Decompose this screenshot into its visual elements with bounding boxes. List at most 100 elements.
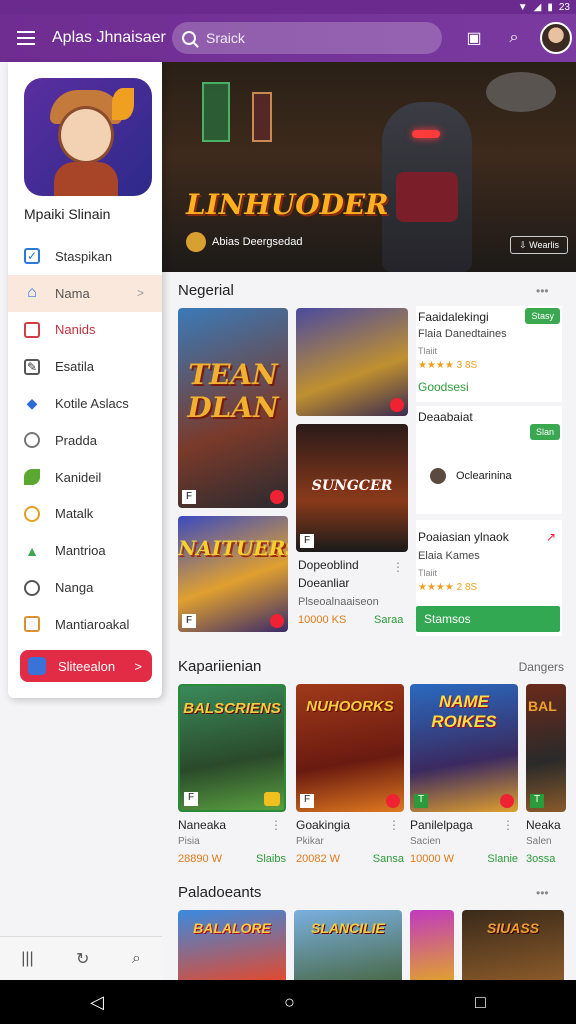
diamond-icon: ◆: [26, 395, 38, 412]
game-art[interactable]: BALALORE: [178, 910, 286, 980]
drawer-item[interactable]: ◆ Kotile Aslacs: [8, 385, 162, 422]
search-bar[interactable]: Sraick: [172, 22, 442, 54]
user-row: Oclearinina: [430, 468, 512, 484]
list-card-title: Faaidalekingi: [418, 310, 489, 324]
game-art-text: BALALORE: [193, 920, 271, 936]
back-icon[interactable]: ◁: [90, 992, 104, 1013]
profile-name: Mpaiki Slinain: [24, 206, 111, 222]
list-card-sub: Flaia Danedtaines: [418, 328, 507, 340]
tag-icon[interactable]: ↗: [546, 530, 556, 544]
badge-icon: [264, 792, 280, 806]
card-art-text: TEAN DLAN: [187, 358, 279, 424]
rating-icon: F: [184, 792, 198, 806]
more-icon[interactable]: ⋮: [270, 818, 282, 832]
more-icon[interactable]: •••: [536, 886, 549, 900]
badge-icon: [270, 490, 284, 504]
game-art[interactable]: SLANCILIE: [294, 910, 402, 980]
drawer-item[interactable]: ✓ Staspikan: [8, 238, 162, 275]
search-placeholder: Sraick: [206, 30, 245, 46]
drawer-item[interactable]: Nanga: [8, 569, 162, 606]
circle-icon: [24, 505, 40, 522]
drawer-item[interactable]: ✎ Esatila: [8, 348, 162, 385]
drawer-item[interactable]: Pradda: [8, 422, 162, 459]
game-sub: Sacien: [410, 836, 441, 847]
price-alt: Sansa: [372, 853, 404, 865]
more-icon[interactable]: ⋮: [392, 560, 404, 574]
game-tile[interactable]: BAL T Neaka Salen 3ossa: [526, 684, 576, 865]
game-card-art[interactable]: TEAN DLAN F: [178, 308, 288, 508]
library-icon[interactable]: ▣: [454, 14, 494, 62]
overview-icon[interactable]: □: [475, 992, 486, 1013]
more-icon[interactable]: ⋮: [388, 818, 400, 832]
more-icon[interactable]: ⋮: [502, 818, 514, 832]
section-link[interactable]: Dangers: [519, 660, 564, 674]
search-icon[interactable]: ⌕: [132, 950, 141, 968]
neon-sign: [252, 92, 272, 142]
app-icon: [28, 657, 46, 675]
list-card[interactable]: Poaiasian ylnaok Elaia Kames Tlaiit ★★★★…: [416, 520, 562, 636]
drawer-item[interactable]: Matalk: [8, 496, 162, 533]
checkbox-icon: ✓: [24, 248, 40, 265]
home-icon: ⌂: [27, 284, 37, 302]
game-tile[interactable]: BALSCRIENS F Naneaka Pisia 28890 W Slaibs…: [178, 684, 286, 865]
rating-icon: F: [182, 614, 196, 628]
list-card-title: Deaabaiat: [418, 410, 473, 424]
game-art: NUHOORKS F: [296, 684, 404, 812]
drawer-action-button[interactable]: Sliteealon >: [20, 650, 152, 682]
install-button[interactable]: Stamsos: [416, 606, 560, 632]
target-icon: [24, 432, 40, 449]
game-art-text: BAL: [528, 698, 557, 714]
game-card-art[interactable]: NAITUERS F: [178, 516, 288, 632]
drawer-item-active[interactable]: ⌂ Nama >: [8, 274, 162, 312]
list-card[interactable]: Faaidalekingi Flaia Danedtaines Tlaiit ★…: [416, 306, 562, 402]
drawer-item[interactable]: Kanideil: [8, 459, 162, 496]
hero-banner[interactable]: LINHUODER Abias Deergsedad ⇩ Wearlis: [162, 62, 576, 272]
neon-sign: [202, 82, 230, 142]
home-circle-icon[interactable]: ○: [284, 992, 295, 1013]
refresh-icon[interactable]: ↻: [76, 949, 89, 969]
nav-drawer: Mpaiki Slinain ✓ Staspikan ⌂ Nama > Nanids …: [8, 62, 162, 698]
app-bar: Aplas Jhnaisaer Sraick ▣ ⌕: [0, 14, 576, 62]
signal-icon: ◢: [533, 1, 542, 13]
more-icon[interactable]: •••: [536, 284, 549, 298]
badge-icon: [270, 614, 284, 628]
price-alt: Slanie: [487, 853, 518, 865]
spaceship-art: [486, 72, 556, 112]
search-icon: [182, 31, 196, 45]
game-card-art[interactable]: [296, 308, 408, 416]
rating-icon: T: [530, 794, 544, 808]
game-tile[interactable]: NUHOORKS F Goakingia Pkikar 20082 W Sansa…: [296, 684, 404, 865]
status-bar: ▼ ◢ ▮ 23: [0, 0, 576, 14]
drawer-item[interactable]: ▲ Mantrioa: [8, 532, 162, 569]
rating-stars: ★★★★ 3 8S: [418, 360, 478, 371]
drawer-bottom-nav: ||| ↻ ⌕: [0, 936, 162, 980]
section-title: Negerial: [178, 282, 234, 299]
list-card[interactable]: Deaabaiat Slan Oclearinina: [416, 406, 562, 514]
search-icon-button[interactable]: ⌕: [494, 14, 534, 62]
drawer-item[interactable]: Nanids: [8, 312, 162, 349]
avatar[interactable]: [540, 22, 572, 54]
game-art: BAL T: [526, 684, 566, 812]
system-nav-bar: ◁ ○ □: [0, 980, 576, 1024]
game-art[interactable]: SIUASS: [462, 910, 564, 980]
drawer-menu: ✓ Staspikan ⌂ Nama > Nanids ✎ Esatila ◆ Kotil…: [8, 238, 162, 643]
chevron-right-icon: >: [134, 658, 142, 674]
game-art: BALSCRIENS F: [178, 684, 286, 812]
game-card-art[interactable]: SUNGCER F: [296, 424, 408, 552]
price: 10000 KS: [298, 614, 347, 626]
install-pill[interactable]: Slan: [529, 424, 560, 440]
game-tile[interactable]: NAME ROIKES T Panilelpaga Sacien 10000 W…: [410, 684, 518, 865]
hero-button[interactable]: ⇩ Wearlis: [510, 236, 568, 254]
list-card-link[interactable]: Goodsesi: [418, 380, 469, 394]
price-alt: Saraa: [374, 614, 404, 626]
install-pill[interactable]: Stasy: [525, 308, 560, 324]
profile-art: [24, 78, 152, 196]
rating-icon: T: [414, 794, 428, 808]
game-sub: Pkikar: [296, 836, 324, 847]
wifi-icon: ▼: [517, 1, 528, 13]
price-alt: Slaibs: [256, 853, 286, 865]
drawer-item[interactable]: Mantiaroakal: [8, 606, 162, 643]
game-art[interactable]: [410, 910, 454, 980]
recents-icon[interactable]: |||: [21, 950, 33, 968]
menu-icon[interactable]: [0, 14, 52, 62]
